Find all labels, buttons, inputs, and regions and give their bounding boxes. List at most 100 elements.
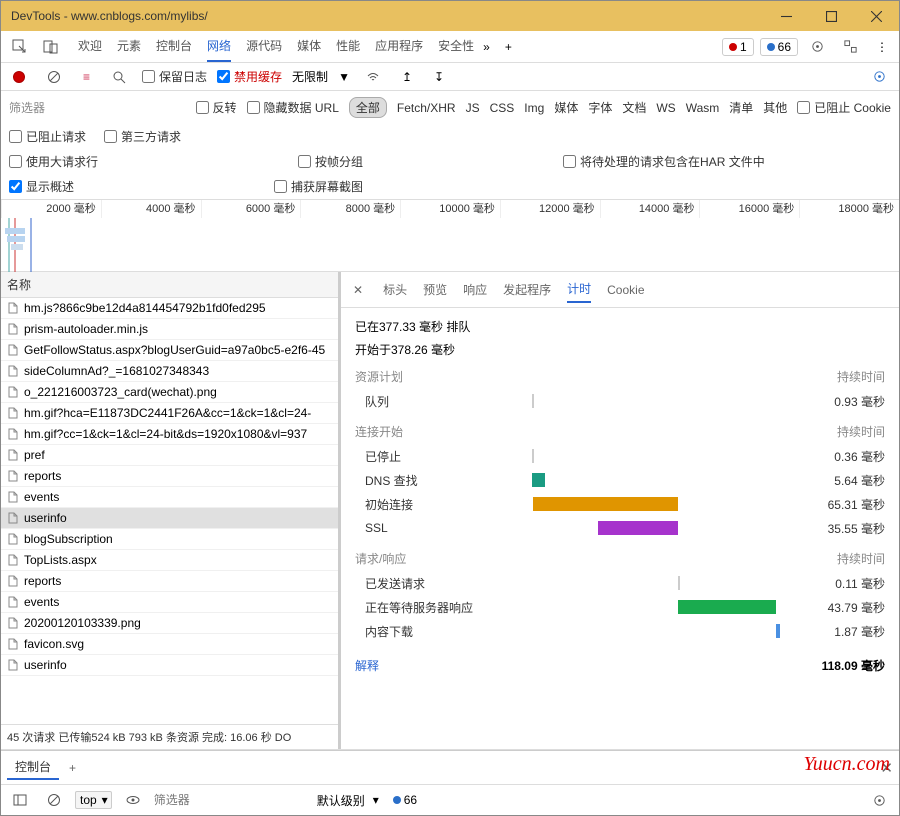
search-icon[interactable] xyxy=(106,66,132,88)
tab-media[interactable]: 媒体 xyxy=(297,31,321,62)
record-button[interactable] xyxy=(7,67,31,87)
preserve-log-checkbox[interactable]: 保留日志 xyxy=(142,68,207,85)
minimize-button[interactable] xyxy=(764,1,809,31)
type-ws[interactable]: WS xyxy=(656,101,675,115)
throttle-select[interactable]: 无限制 xyxy=(292,68,328,85)
warn-badge[interactable]: 66 xyxy=(760,38,798,56)
type-manifest[interactable]: 清单 xyxy=(729,99,753,116)
type-other[interactable]: 其他 xyxy=(763,99,787,116)
level-select[interactable]: 默认级别 xyxy=(317,792,365,809)
section-req: 请求/响应 xyxy=(355,550,406,567)
inspect-icon[interactable] xyxy=(6,35,34,59)
disable-cache-checkbox[interactable]: 禁用缓存 xyxy=(217,68,282,85)
big-rows-checkbox[interactable]: 使用大请求行 xyxy=(9,153,98,170)
download-icon[interactable]: ↧ xyxy=(428,66,450,88)
request-row[interactable]: sideColumnAd?_=1681027348343 xyxy=(1,361,338,382)
tab-sources[interactable]: 源代码 xyxy=(246,31,282,62)
clear-button[interactable] xyxy=(41,66,67,88)
tab-elements[interactable]: 元素 xyxy=(117,31,141,62)
request-row[interactable]: GetFollowStatus.aspx?blogUserGuid=a97a0b… xyxy=(1,340,338,361)
console-sidebar-icon[interactable] xyxy=(7,789,33,811)
close-button[interactable] xyxy=(854,1,899,31)
filter-toggle-icon[interactable]: ≡ xyxy=(77,66,96,88)
drawer-add-icon[interactable]: + xyxy=(69,761,76,775)
console-warn-badge[interactable]: 66 xyxy=(387,792,423,808)
request-row[interactable]: blogSubscription xyxy=(1,529,338,550)
filter-input[interactable]: 筛选器 xyxy=(9,99,45,116)
include-har-checkbox[interactable]: 将待处理的请求包含在HAR 文件中 xyxy=(563,153,765,170)
file-icon xyxy=(7,575,19,587)
type-img[interactable]: Img xyxy=(524,101,544,115)
console-filter-input[interactable] xyxy=(154,793,309,807)
blocked-cookies-checkbox[interactable]: 已阻止 Cookie xyxy=(797,99,891,116)
tab-headers[interactable]: 标头 xyxy=(383,277,407,302)
device-icon[interactable] xyxy=(37,35,65,59)
menu-icon[interactable]: ⋮ xyxy=(870,36,894,58)
request-row[interactable]: events xyxy=(1,487,338,508)
third-party-checkbox[interactable]: 第三方请求 xyxy=(104,128,181,145)
tab-performance[interactable]: 性能 xyxy=(336,31,360,62)
request-row[interactable]: userinfo xyxy=(1,508,338,529)
tab-cookies[interactable]: Cookie xyxy=(607,279,644,301)
request-row[interactable]: prism-autoloader.min.js xyxy=(1,319,338,340)
tab-security[interactable]: 安全性 xyxy=(438,31,474,62)
overview-checkbox[interactable]: 显示概述 xyxy=(9,178,74,195)
console-clear-icon[interactable] xyxy=(41,789,67,811)
console-settings-icon[interactable] xyxy=(866,789,893,812)
screenshots-checkbox[interactable]: 捕获屏幕截图 xyxy=(274,178,363,195)
blocked-req-checkbox[interactable]: 已阻止请求 xyxy=(9,128,86,145)
add-tab-icon[interactable]: + xyxy=(499,36,518,58)
name-column-header[interactable]: 名称 xyxy=(1,272,338,298)
throttle-caret-icon[interactable]: ▼ xyxy=(338,70,350,84)
type-doc[interactable]: 文档 xyxy=(622,99,646,116)
tab-response[interactable]: 响应 xyxy=(463,277,487,302)
request-row[interactable]: TopLists.aspx xyxy=(1,550,338,571)
dock-icon[interactable] xyxy=(837,35,864,58)
type-wasm[interactable]: Wasm xyxy=(686,101,720,115)
type-font[interactable]: 字体 xyxy=(588,99,612,116)
request-row[interactable]: hm.gif?hca=E11873DC2441F26A&cc=1&ck=1&cl… xyxy=(1,403,338,424)
request-row[interactable]: favicon.svg xyxy=(1,634,338,655)
type-js[interactable]: JS xyxy=(466,101,480,115)
request-row[interactable]: o_221216003723_card(wechat).png xyxy=(1,382,338,403)
request-row[interactable]: reports xyxy=(1,571,338,592)
type-media[interactable]: 媒体 xyxy=(554,99,578,116)
request-row[interactable]: reports xyxy=(1,466,338,487)
tab-application[interactable]: 应用程序 xyxy=(375,31,423,62)
overview-timeline[interactable]: 2000 毫秒4000 毫秒6000 毫秒8000 毫秒10000 毫秒1200… xyxy=(1,200,899,272)
request-row[interactable]: 20200120103339.png xyxy=(1,613,338,634)
more-tabs-icon[interactable]: » xyxy=(477,36,496,58)
request-row[interactable]: pref xyxy=(1,445,338,466)
tab-network[interactable]: 网络 xyxy=(207,31,231,62)
live-expr-icon[interactable] xyxy=(120,789,146,811)
explain-link[interactable]: 解释 xyxy=(355,657,379,674)
type-all[interactable]: 全部 xyxy=(349,97,387,118)
type-css[interactable]: CSS xyxy=(490,101,515,115)
tab-preview[interactable]: 预览 xyxy=(423,277,447,302)
hide-data-checkbox[interactable]: 隐藏数据 URL xyxy=(247,99,339,116)
upload-icon[interactable]: ↥ xyxy=(396,66,418,88)
invert-checkbox[interactable]: 反转 xyxy=(196,99,237,116)
by-frame-checkbox[interactable]: 按帧分组 xyxy=(298,153,363,170)
tab-initiator[interactable]: 发起程序 xyxy=(503,277,551,302)
tab-console[interactable]: 控制台 xyxy=(156,31,192,62)
titlebar: DevTools - www.cnblogs.com/mylibs/ xyxy=(1,1,899,31)
tab-welcome[interactable]: 欢迎 xyxy=(78,31,102,62)
timing-bar xyxy=(678,600,776,614)
request-row[interactable]: userinfo xyxy=(1,655,338,676)
type-fetch[interactable]: Fetch/XHR xyxy=(397,101,456,115)
level-caret-icon[interactable]: ▾ xyxy=(373,793,379,807)
maximize-button[interactable] xyxy=(809,1,854,31)
drawer-tab-console[interactable]: 控制台 xyxy=(7,755,59,780)
request-row[interactable]: hm.js?866c9be12d4a814454792b1fd0fed295 xyxy=(1,298,338,319)
request-row[interactable]: hm.gif?cc=1&ck=1&cl=24-bit&ds=1920x1080&… xyxy=(1,424,338,445)
context-select[interactable]: top ▾ xyxy=(75,791,112,809)
wifi-icon[interactable] xyxy=(360,66,386,88)
drawer-close-icon[interactable]: ✕ xyxy=(880,759,893,777)
error-badge[interactable]: 1 xyxy=(722,38,754,56)
request-row[interactable]: events xyxy=(1,592,338,613)
tab-timing[interactable]: 计时 xyxy=(567,276,591,303)
network-settings-icon[interactable] xyxy=(866,65,893,88)
close-detail-icon[interactable]: ✕ xyxy=(349,283,367,297)
settings-icon[interactable] xyxy=(804,35,831,58)
